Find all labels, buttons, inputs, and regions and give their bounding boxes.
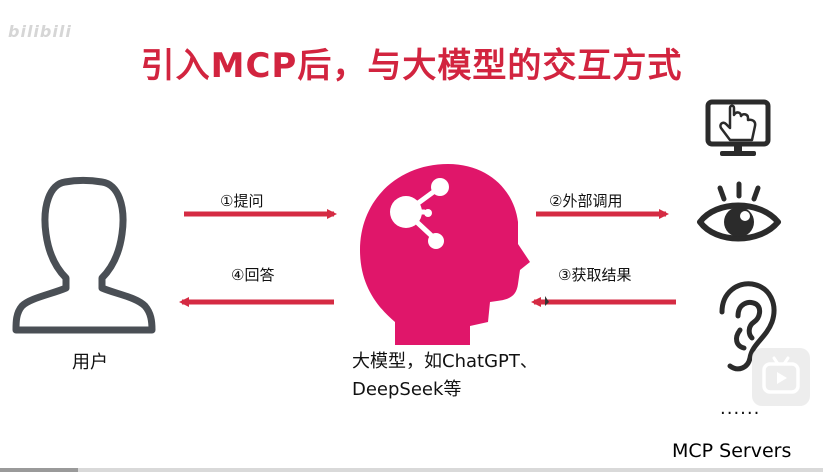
model-caption-line1: 大模型，如ChatGPT、	[352, 351, 538, 372]
label-external-call: ②外部调用	[549, 192, 623, 210]
user-icon	[12, 177, 156, 334]
brain-head-icon	[360, 164, 530, 345]
touch-screen-icon	[705, 99, 771, 156]
video-progress-fill	[0, 468, 79, 472]
play-icon	[762, 356, 800, 394]
label-answer: ④回答	[231, 266, 275, 284]
video-progress-track[interactable]	[0, 468, 823, 472]
mcp-servers-label: MCP Servers	[672, 440, 792, 462]
play-button[interactable]	[752, 348, 810, 406]
label-ask: ①提问	[220, 192, 264, 210]
user-label: 用户	[72, 352, 108, 373]
eye-icon	[697, 181, 781, 242]
model-caption-line2: DeepSeek等	[352, 379, 462, 400]
model-caption: 大模型，如ChatGPT、 DeepSeek等	[352, 348, 538, 404]
label-get-result: ③获取结果	[558, 266, 632, 284]
